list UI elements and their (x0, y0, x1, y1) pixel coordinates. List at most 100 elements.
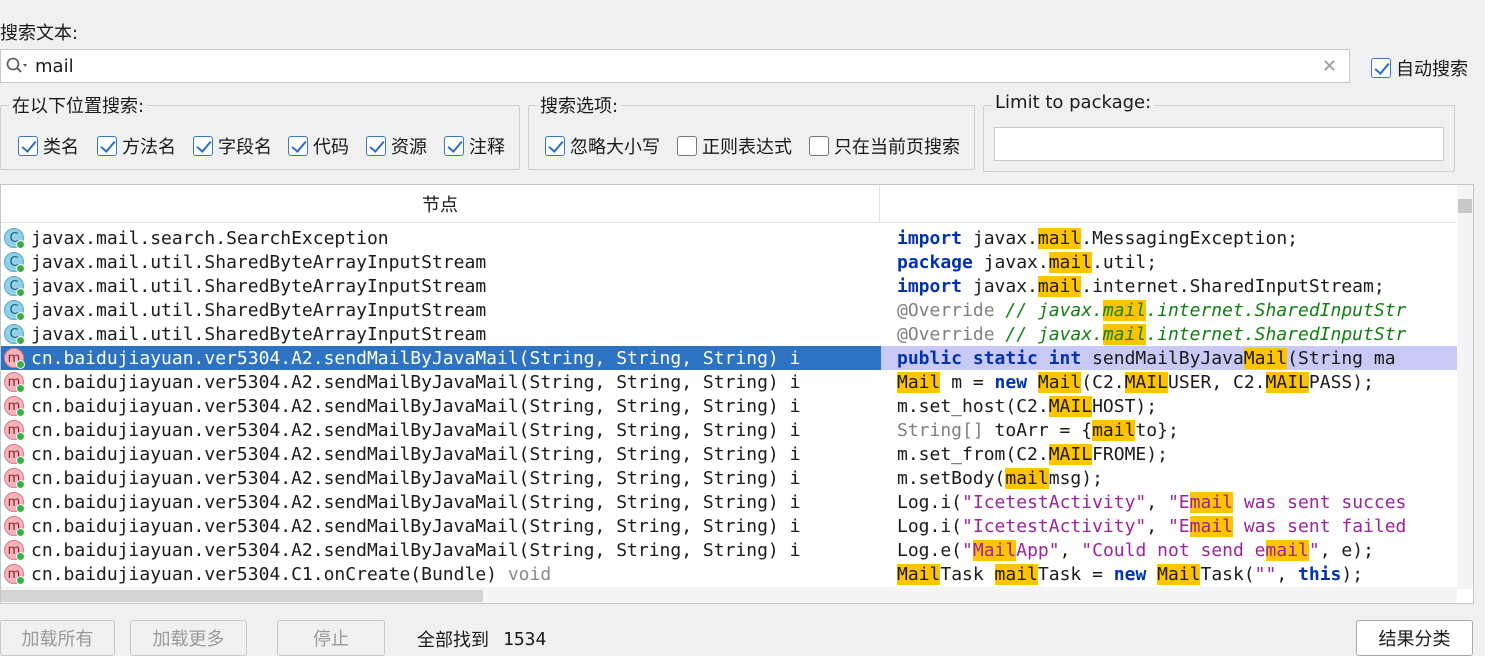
result-row[interactable]: m cn.baidujiayuan.ver5304.C1.onCreate(Bun… (1, 562, 881, 585)
code-token: m.setBody( (897, 467, 1006, 489)
result-code-snippet[interactable]: import javax. mail .internet.SharedInputSt… (897, 274, 1457, 298)
result-code-snippet[interactable]: @Override // javax. mail .internet.SharedI… (897, 298, 1457, 322)
checkbox-icon[interactable] (809, 136, 829, 156)
result-code-snippet[interactable]: m.set_from(C2. MAIL FROME); (897, 442, 1457, 466)
result-node-text: javax.mail.util.SharedByteArrayInputStre… (31, 299, 487, 321)
result-row[interactable]: m cn.baidujiayuan.ver5304.A2.sendMailByJa… (1, 538, 881, 562)
checkbox-icon[interactable] (366, 136, 386, 156)
result-code-snippet[interactable]: Log.i("IcetestActivity", "E mail was sent… (897, 490, 1457, 514)
scope-field-checkbox[interactable]: 字段名 (193, 133, 272, 159)
code-token: MAIL (1048, 443, 1093, 465)
result-row[interactable]: Cjavax.mail.util.SharedByteArrayInputStr… (1, 322, 881, 346)
load-all-button[interactable]: 加载所有 (0, 620, 115, 656)
checkbox-icon[interactable] (545, 136, 565, 156)
result-code-snippet[interactable]: public static int sendMailByJava Mail (Str… (881, 346, 1457, 370)
result-node-text: javax.mail.util.SharedByteArrayInputStre… (31, 275, 487, 297)
search-icon[interactable] (5, 56, 29, 76)
sort-results-button[interactable]: 结果分类 (1356, 620, 1473, 656)
code-token: public static int (897, 347, 1082, 369)
code-token: , e); (1319, 539, 1374, 561)
code-token: "IcetestActivity" (962, 515, 1147, 537)
vertical-scroll-thumb[interactable] (1458, 199, 1472, 213)
code-token: (C2. (1081, 371, 1125, 393)
result-node-text: javax.mail.util.SharedByteArrayInputStre… (31, 323, 487, 345)
result-row[interactable]: m cn.baidujiayuan.ver5304.A2.sendMailByJa… (1, 490, 881, 514)
auto-search-checkbox[interactable]: 自动搜索 (1371, 55, 1468, 81)
search-input[interactable]: mail ✕ (0, 49, 1350, 83)
checkbox-icon[interactable] (1371, 58, 1391, 78)
option-regex-checkbox[interactable]: 正则表达式 (677, 133, 792, 159)
result-row[interactable]: m cn.baidujiayuan.ver5304.A2.sendMailByJa… (1, 466, 881, 490)
checkbox-label: 只在当前页搜索 (834, 137, 960, 158)
result-code-snippet[interactable]: package javax. mail .util; (897, 250, 1457, 274)
method-icon: m (4, 492, 25, 513)
code-token: javax. (962, 227, 1038, 249)
result-code-snippet[interactable]: Mail m = new Mail (C2. MAIL USER, C2. MAIL PA… (897, 370, 1457, 394)
method-icon: m (4, 468, 25, 489)
code-token: package (897, 251, 973, 273)
result-code-snippet[interactable]: m.setBody(mail msg); (897, 466, 1457, 490)
result-code-snippet[interactable]: Mail Task mail Task = new Mail Task("", thi… (897, 562, 1457, 585)
scope-class-checkbox[interactable]: 类名 (18, 133, 79, 159)
code-token: Mail (897, 371, 941, 393)
code-token: @Override (897, 299, 995, 321)
load-more-button[interactable]: 加载更多 (130, 620, 247, 656)
option-current-page-checkbox[interactable]: 只在当前页搜索 (809, 133, 960, 159)
method-icon: m (4, 444, 25, 465)
result-row[interactable]: m cn.baidujiayuan.ver5304.A2.sendMailByJa… (1, 442, 881, 466)
code-token: mail (1265, 539, 1309, 561)
result-row[interactable]: m cn.baidujiayuan.ver5304.A2.sendMailByJa… (1, 514, 881, 538)
result-code-snippet[interactable]: m.set_host(C2. MAIL HOST); (897, 394, 1457, 418)
code-token: msg); (1048, 467, 1103, 489)
stop-button[interactable]: 停止 (277, 620, 385, 656)
code-token: // javax. (994, 299, 1103, 321)
checkbox-icon[interactable] (444, 136, 464, 156)
result-row[interactable]: m cn.baidujiayuan.ver5304.A2.sendMailByJa… (1, 394, 881, 418)
result-row[interactable]: Cjavax.mail.util.SharedByteArrayInputStr… (1, 250, 881, 274)
result-row[interactable]: Cjavax.mail.util.SharedByteArrayInputStr… (1, 274, 881, 298)
method-icon: m (4, 348, 25, 369)
search-value: mail (35, 55, 74, 77)
results-header[interactable]: 节点 (1, 185, 1456, 223)
code-token: mail (1048, 251, 1093, 273)
result-row[interactable]: Cjavax.mail.util.SharedByteArrayInputStr… (1, 298, 881, 322)
code-token: Mail (897, 563, 941, 585)
checkbox-icon[interactable] (18, 136, 38, 156)
horizontal-scroll-thumb[interactable] (1, 590, 483, 602)
result-code-snippet[interactable]: @Override // javax. mail .internet.SharedI… (897, 322, 1457, 346)
checkbox-label: 代码 (313, 137, 349, 158)
code-token: was sent failed (1233, 515, 1407, 537)
horizontal-scrollbar[interactable] (1, 587, 1457, 603)
scope-code-checkbox[interactable]: 代码 (288, 133, 349, 159)
option-ignore-case-checkbox[interactable]: 忽略大小写 (545, 133, 660, 159)
code-token: ); (1341, 563, 1364, 585)
checkbox-label: 字段名 (218, 137, 272, 158)
result-node-text: cn.baidujiayuan.ver5304.C1.onCreate(Bund… (31, 563, 497, 585)
clear-icon[interactable]: ✕ (1322, 56, 1337, 77)
result-code-snippet[interactable]: Log.e(" Mail App", "Could not send e mail ",… (897, 538, 1457, 562)
package-input[interactable] (994, 127, 1444, 161)
result-code-snippet[interactable]: import javax. mail .MessagingException; (897, 226, 1457, 250)
column-header-node[interactable]: 节点 (1, 185, 880, 223)
code-token: " (1308, 539, 1320, 561)
scope-resource-checkbox[interactable]: 资源 (366, 133, 427, 159)
checkbox-icon[interactable] (677, 136, 697, 156)
code-token: mail (1005, 467, 1049, 489)
result-code-snippet[interactable]: Log.i("IcetestActivity", "E mail was sent… (897, 514, 1457, 538)
result-node-text: cn.baidujiayuan.ver5304.A2.sendMailByJav… (31, 443, 801, 465)
result-row[interactable]: m cn.baidujiayuan.ver5304.A2.sendMailByJa… (1, 418, 881, 442)
checkbox-icon[interactable] (288, 136, 308, 156)
result-row[interactable]: m cn.baidujiayuan.ver5304.A2.sendMailByJa… (1, 370, 881, 394)
result-code-snippet[interactable]: String[] toArr = {mail to}; (897, 418, 1457, 442)
result-row[interactable]: m cn.baidujiayuan.ver5304.A2.sendMailByJa… (1, 346, 881, 370)
code-token: "E (1167, 491, 1190, 513)
result-row[interactable]: Cjavax.mail.search.SearchException (1, 226, 881, 250)
code-token: mail (994, 563, 1038, 585)
vertical-scrollbar[interactable] (1457, 185, 1473, 589)
scope-method-checkbox[interactable]: 方法名 (97, 133, 176, 159)
method-icon: m (4, 564, 25, 585)
checkbox-icon[interactable] (97, 136, 117, 156)
checkbox-icon[interactable] (193, 136, 213, 156)
scope-comment-checkbox[interactable]: 注释 (444, 133, 505, 159)
